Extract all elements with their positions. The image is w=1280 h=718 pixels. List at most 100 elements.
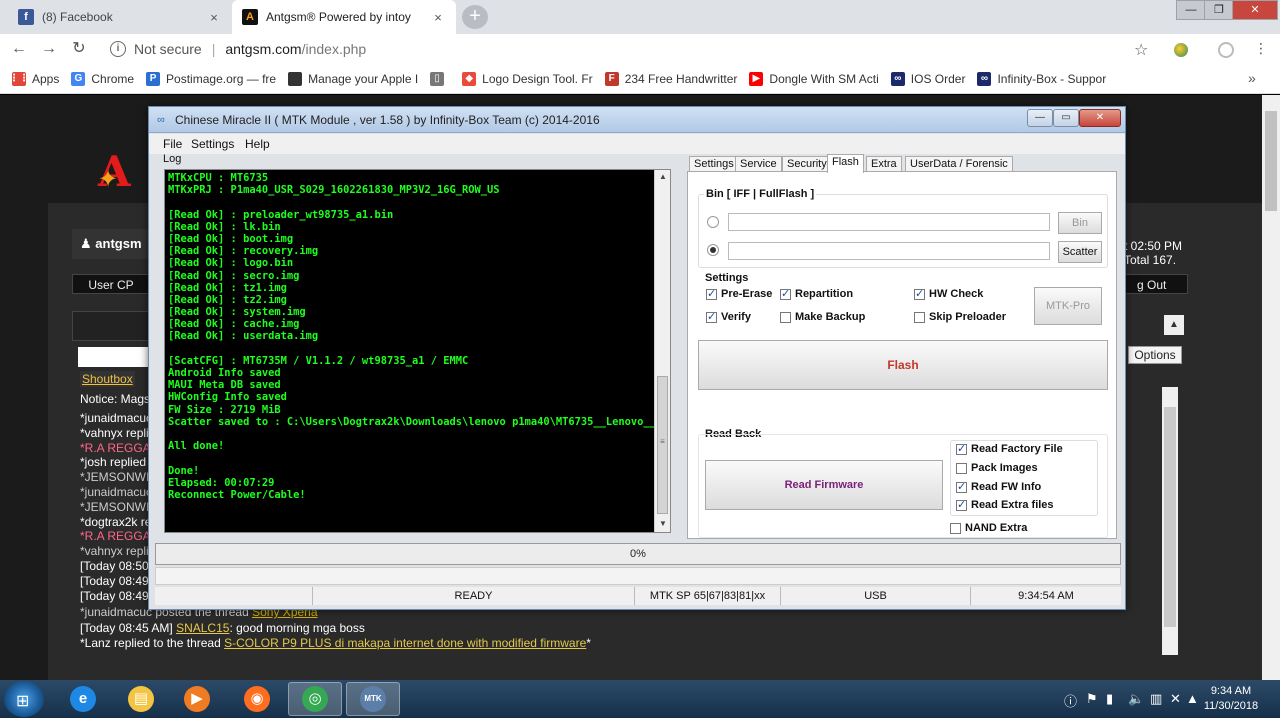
scroll-up-icon[interactable]: ▲ xyxy=(655,172,671,181)
skip-preloader-checkbox[interactable]: Skip Preloader xyxy=(914,311,1006,323)
bookmark-item[interactable]: Manage your Apple I xyxy=(288,71,418,86)
pre-erase-checkbox[interactable]: Pre-Erase xyxy=(706,287,772,300)
bookmark-item[interactable]: P Postimage.org — fre xyxy=(146,71,276,86)
bookmark-item[interactable]: F 234 Free Handwritter xyxy=(604,71,737,86)
bookmark-item[interactable]: ∞ IOS Order xyxy=(890,71,965,86)
tab-antgsm[interactable]: A Antgsm® Powered by intoy × xyxy=(232,0,456,34)
window-close-button[interactable]: ✕ xyxy=(1232,0,1278,20)
make-backup-checkbox[interactable]: Make Backup xyxy=(780,311,865,323)
bookmark-item[interactable]: ◆ Logo Design Tool. Fr xyxy=(462,71,593,86)
extension-icon[interactable] xyxy=(1174,43,1188,57)
log-scrollbar[interactable]: ▲ ≡ ▼ xyxy=(654,170,670,532)
pack-images-checkbox[interactable]: Pack Images xyxy=(956,462,1038,474)
bookmark-item[interactable]: ⋮⋮ Apps xyxy=(9,71,59,86)
checkbox-box[interactable] xyxy=(956,462,967,474)
read-extra-files-checkbox[interactable]: Read Extra files xyxy=(956,498,1054,511)
tab-service[interactable]: Service xyxy=(735,156,782,172)
checkbox-box[interactable] xyxy=(956,498,967,511)
read-factory-file-checkbox[interactable]: Read Factory File xyxy=(956,442,1063,455)
action-center-icon[interactable]: ✕ xyxy=(1170,691,1181,707)
checkbox-box[interactable] xyxy=(706,287,717,300)
scrollbar-thumb[interactable] xyxy=(1164,407,1176,627)
thread-link[interactable]: S-COLOR P9 PLUS di makapa internet done … xyxy=(224,636,586,650)
checkbox-box[interactable] xyxy=(914,311,925,323)
tab-extra[interactable]: Extra xyxy=(866,156,902,172)
taskbar-item[interactable]: MTK xyxy=(346,682,400,716)
tab-settings[interactable]: Settings xyxy=(689,156,739,172)
shoutbox-tab[interactable]: Shoutbox xyxy=(80,371,135,387)
bin-radio[interactable] xyxy=(707,216,719,228)
menu-help[interactable]: Help xyxy=(245,137,270,151)
scatter-path-input[interactable] xyxy=(728,242,1050,260)
nand-extra-checkbox[interactable]: NAND Extra xyxy=(950,522,1027,534)
taskbar-clock[interactable]: 9:34 AM 11/30/2018 xyxy=(1196,684,1266,714)
battery-tray-icon[interactable]: ▮ xyxy=(1106,691,1113,707)
info-icon[interactable]: i xyxy=(110,41,126,57)
scatter-button[interactable]: Scatter xyxy=(1058,241,1102,263)
reload-button[interactable]: ↻ xyxy=(68,38,90,60)
new-tab-button[interactable]: + xyxy=(462,5,488,29)
mtk-pro-button[interactable]: MTK-Pro xyxy=(1034,287,1102,325)
read-fw-info-checkbox[interactable]: Read FW Info xyxy=(956,480,1041,493)
taskbar-item[interactable]: e xyxy=(56,682,110,716)
volume-icon[interactable]: 🔈 xyxy=(1128,691,1144,707)
taskbar-item[interactable]: ▤ xyxy=(114,682,168,716)
tab-userdata-forensic[interactable]: UserData / Forensic xyxy=(905,156,1013,172)
app-maximize-button[interactable]: ▭ xyxy=(1053,109,1079,127)
bookmarks-overflow-icon[interactable]: » xyxy=(1248,70,1256,86)
network-icon[interactable]: ▥ xyxy=(1150,691,1162,707)
bookmark-item[interactable]: ▯ xyxy=(430,71,450,86)
bookmark-item[interactable]: G Chrome xyxy=(71,71,134,86)
checkbox-box[interactable] xyxy=(956,480,967,493)
taskbar-item[interactable]: ◎ xyxy=(288,682,342,716)
checkbox-box[interactable] xyxy=(956,442,967,455)
profile-avatar-icon[interactable] xyxy=(1218,42,1234,58)
bin-path-input[interactable] xyxy=(728,213,1050,231)
scroll-down-icon[interactable]: ▼ xyxy=(655,519,671,528)
log-scroll-thumb[interactable]: ≡ xyxy=(657,376,668,514)
flash-button[interactable]: Flash xyxy=(698,340,1108,390)
logout-link[interactable]: g Out xyxy=(1124,274,1188,294)
user-cp-link[interactable]: User CP xyxy=(72,274,150,294)
scatter-radio[interactable] xyxy=(707,244,719,256)
checkbox-box[interactable] xyxy=(780,311,791,323)
flag-tray-icon[interactable]: ⚑ xyxy=(1086,691,1098,707)
app-minimize-button[interactable]: — xyxy=(1027,109,1053,127)
checkbox-box[interactable] xyxy=(780,287,791,300)
bookmark-star-icon[interactable]: ☆ xyxy=(1134,40,1148,60)
verify-checkbox[interactable]: Verify xyxy=(706,310,751,323)
address-bar[interactable]: i Not secure | antgsm.com/index.php xyxy=(100,37,1160,61)
page-scrollbar-thumb[interactable] xyxy=(1265,111,1277,211)
menu-settings[interactable]: Settings xyxy=(191,137,234,151)
checkbox-box[interactable] xyxy=(914,287,925,300)
menu-file[interactable]: File xyxy=(163,137,182,151)
start-button[interactable]: ⊞ xyxy=(4,681,44,717)
window-maximize-button[interactable]: ❐ xyxy=(1204,0,1234,20)
bookmark-item[interactable]: ▶ Dongle With SM Acti xyxy=(749,71,879,86)
hw-check-checkbox[interactable]: HW Check xyxy=(914,287,983,300)
options-button[interactable]: Options xyxy=(1128,346,1182,364)
taskbar-item[interactable]: ◉ xyxy=(230,682,284,716)
taskbar-item[interactable]: ▶ xyxy=(170,682,224,716)
collapse-up-icon[interactable]: ▲ xyxy=(1164,315,1184,335)
back-button[interactable]: ← xyxy=(8,38,30,60)
app-close-button[interactable]: ✕ xyxy=(1079,109,1121,127)
bin-button[interactable]: Bin xyxy=(1058,212,1102,234)
tab-flash[interactable]: Flash xyxy=(827,154,864,173)
shoutbox-scrollbar[interactable] xyxy=(1162,387,1178,655)
tab-security[interactable]: Security xyxy=(782,156,832,172)
chat-user-link[interactable]: SNALC15 xyxy=(176,621,229,635)
info-tray-icon[interactable]: ⓘ xyxy=(1064,691,1077,710)
tab-close-icon[interactable]: × xyxy=(206,10,222,25)
window-minimize-button[interactable]: — xyxy=(1176,0,1206,20)
read-firmware-button[interactable]: Read Firmware xyxy=(705,460,943,510)
checkbox-box[interactable] xyxy=(950,522,961,534)
chrome-menu-icon[interactable]: ⋮ xyxy=(1254,40,1268,57)
repartition-checkbox[interactable]: Repartition xyxy=(780,287,853,300)
forward-button[interactable]: → xyxy=(38,38,60,60)
page-scrollbar[interactable] xyxy=(1262,95,1280,680)
tab-close-icon[interactable]: × xyxy=(430,10,446,25)
bookmark-item[interactable]: ∞ Infinity-Box - Suppor xyxy=(977,71,1106,86)
checkbox-box[interactable] xyxy=(706,310,717,323)
tab-facebook[interactable]: f (8) Facebook × xyxy=(8,0,232,34)
